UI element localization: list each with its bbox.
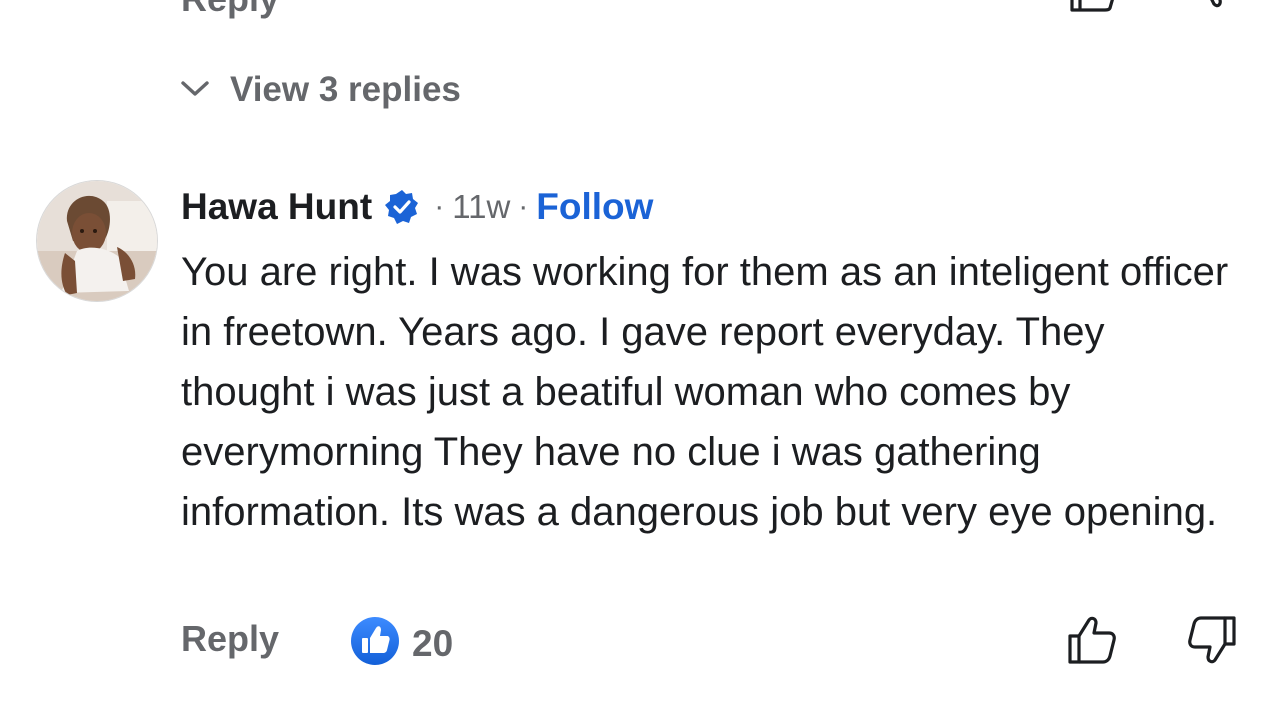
like-reaction-icon <box>350 616 400 671</box>
like-count: 20 <box>412 622 454 664</box>
author-name[interactable]: Hawa Hunt <box>181 186 372 228</box>
comment-header: Hawa Hunt · 11w · Follow <box>181 186 653 228</box>
comment-text: You are right. I was working for them as… <box>181 250 1229 534</box>
separator-dot: · <box>518 190 529 223</box>
previous-comment-reply-button[interactable]: Reply <box>181 0 279 20</box>
timestamp: 11w <box>452 188 511 225</box>
view-replies-label: View 3 replies <box>230 70 461 109</box>
view-replies-button[interactable]: View 3 replies <box>180 70 461 110</box>
reply-button[interactable]: Reply <box>181 618 279 660</box>
separator-dot: · <box>434 190 445 223</box>
thumbs-down-icon[interactable] <box>1186 614 1238 671</box>
avatar-photo <box>37 181 157 301</box>
avatar[interactable] <box>36 180 158 302</box>
previous-thumbs-up-icon[interactable] <box>1068 0 1118 21</box>
thumbs-up-icon[interactable] <box>1066 614 1118 671</box>
chevron-down-icon <box>180 78 210 103</box>
reaction-summary[interactable]: 20 <box>350 616 453 671</box>
previous-thumbs-down-icon[interactable] <box>1188 0 1238 21</box>
verified-badge-icon <box>384 189 420 225</box>
follow-button[interactable]: Follow <box>536 186 653 228</box>
